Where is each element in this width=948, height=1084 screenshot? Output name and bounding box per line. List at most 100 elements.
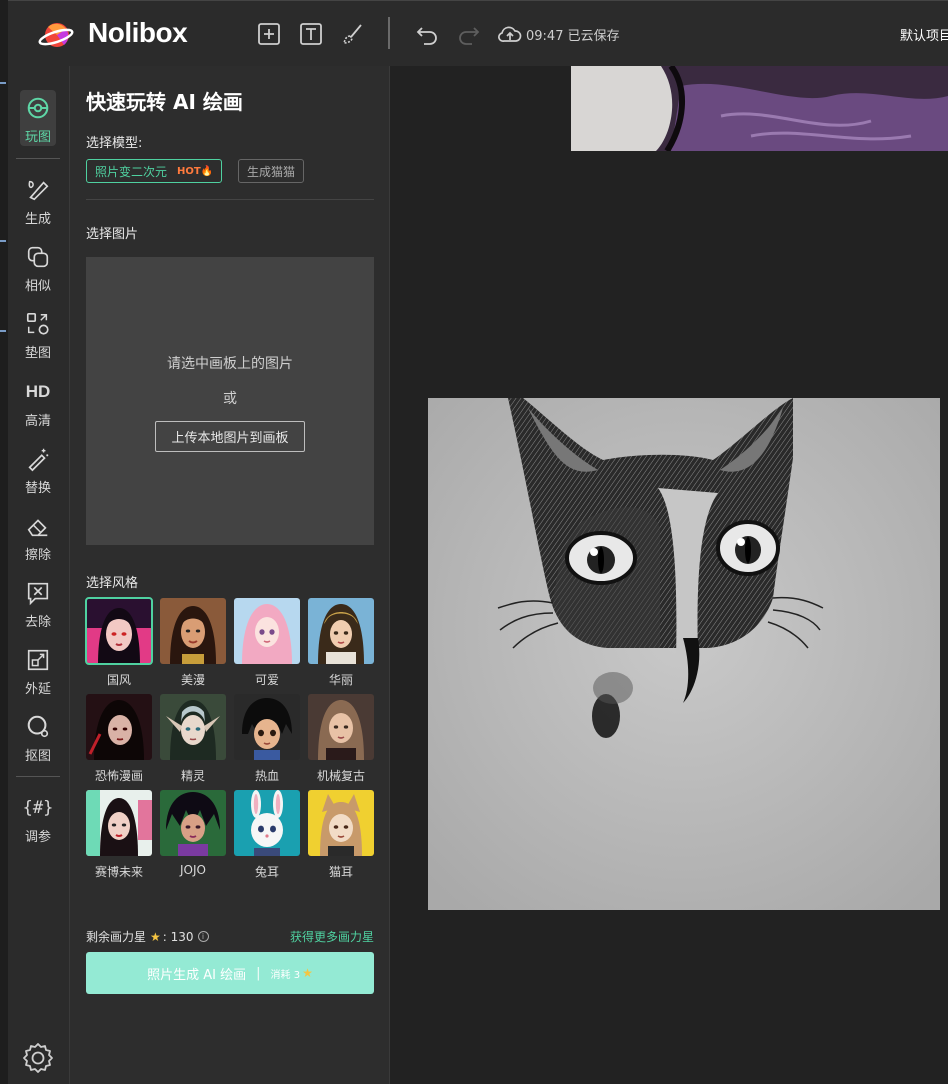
nolibox-logo-icon — [38, 17, 74, 51]
style-thumbnail — [308, 694, 374, 760]
style-option-elf[interactable]: 精灵 — [160, 694, 226, 784]
feature-sidebar: 玩图 生成 相似 垫图 HD 高清 替换 擦除 去除 外延 抠图 {#} 调参 — [8, 66, 70, 1084]
style-thumbnail — [160, 598, 226, 664]
lasso-icon — [24, 713, 52, 741]
dropzone-hint: 请选中画板上的图片 — [167, 356, 293, 372]
style-thumbnail — [308, 790, 374, 856]
style-option-cyber-future[interactable]: 赛博未来 — [86, 790, 152, 880]
style-option-jojo[interactable]: JOJO — [160, 790, 226, 877]
drawing-canvas[interactable] — [390, 66, 948, 1084]
cost-label: 消耗 3 — [270, 969, 301, 981]
nav-label: 外延 — [24, 682, 51, 697]
nav-label: 去除 — [24, 615, 51, 630]
text-tool-button[interactable] — [298, 21, 324, 47]
redo-button[interactable] — [456, 21, 482, 47]
brush-icon — [342, 24, 362, 44]
star-icon: ★ — [302, 966, 313, 980]
app-name: Nolibox — [88, 17, 188, 48]
nav-generate[interactable]: 生成 — [16, 170, 60, 232]
style-option-american-comic[interactable]: 美漫 — [160, 598, 226, 688]
nav-replace[interactable]: 替换 — [16, 439, 60, 501]
plus-square-icon — [258, 23, 280, 45]
panel-title: 快速玩转 AI 绘画 — [86, 90, 243, 114]
image-label: 选择图片 — [86, 227, 139, 242]
nav-label: 擦除 — [24, 548, 51, 563]
undo-icon — [416, 27, 437, 45]
eraser-icon — [24, 512, 52, 540]
nav-label: 高清 — [24, 414, 51, 429]
swap-icon — [24, 310, 52, 338]
section-divider — [86, 199, 374, 200]
nav-similar[interactable]: 相似 — [16, 237, 60, 299]
hd-icon: HD — [25, 382, 51, 401]
style-thumbnail — [160, 790, 226, 856]
overlap-squares-icon — [24, 243, 52, 271]
style-thumbnail — [86, 790, 152, 856]
style-option-hot-blood[interactable]: 热血 — [234, 694, 300, 784]
balance-value: 130 — [170, 929, 194, 944]
style-thumbnail — [308, 598, 374, 664]
canvas-image-partial[interactable] — [571, 66, 948, 151]
top-toolbar: Nolibox 09:47 已云保存 默认项目 — [8, 0, 948, 66]
nav-params[interactable]: {#} 调参 — [16, 788, 60, 850]
canvas-image-cat-sketch[interactable] — [428, 398, 940, 910]
style-option-bunny-ears[interactable]: 兔耳 — [234, 790, 300, 880]
nav-hd[interactable]: HD 高清 — [16, 372, 60, 434]
left-edge-strip — [0, 0, 8, 1084]
remove-icon — [24, 579, 52, 607]
nav-remove[interactable]: 去除 — [16, 573, 60, 635]
info-icon[interactable]: i — [197, 931, 209, 942]
nav-pad-image[interactable]: 垫图 — [16, 304, 60, 366]
model-chip-photo-anime[interactable]: 照片变二次元 HOT🔥 — [86, 159, 223, 183]
model-label: 选择模型: — [86, 136, 143, 151]
style-thumbnail — [234, 790, 300, 856]
style-option-horror-comic[interactable]: 恐怖漫画 — [86, 694, 152, 784]
model-chip-cat[interactable]: 生成猫猫 — [238, 159, 305, 183]
gear-icon — [23, 1043, 53, 1073]
nav-label: 生成 — [24, 212, 51, 227]
style-thumbnail — [160, 694, 226, 760]
generate-ai-painting-button[interactable]: 照片生成 AI 绘画 | 消耗 3 ★ — [86, 952, 374, 994]
style-thumbnail — [234, 694, 300, 760]
hot-badge: HOT🔥 — [177, 165, 214, 177]
style-label: 选择风格 — [86, 576, 139, 591]
image-dropzone[interactable]: 请选中画板上的图片 或 上传本地图片到画板 — [86, 257, 374, 545]
nav-erase[interactable]: 擦除 — [16, 506, 60, 568]
text-icon — [300, 23, 322, 45]
nav-label: 玩图 — [24, 130, 51, 145]
save-status: 09:47 已云保存 — [526, 29, 620, 44]
settings-button[interactable] — [21, 1041, 55, 1075]
style-option-guofeng[interactable]: 国风 — [85, 597, 153, 688]
upload-local-image-button[interactable]: 上传本地图片到画板 — [155, 421, 305, 452]
dropzone-or: 或 — [223, 391, 237, 407]
nav-label: 抠图 — [24, 749, 51, 764]
nav-label: 垫图 — [24, 346, 51, 361]
style-thumbnail — [85, 597, 153, 665]
project-name[interactable]: 默认项目 — [900, 25, 948, 44]
add-frame-button[interactable] — [256, 21, 282, 47]
palette-icon — [24, 94, 52, 122]
toolbar-divider — [388, 17, 390, 49]
style-option-gorgeous[interactable]: 华丽 — [308, 598, 374, 688]
nav-cutout[interactable]: 抠图 — [16, 707, 60, 769]
brush-tool-button[interactable] — [340, 21, 366, 47]
nav-play[interactable]: 玩图 — [16, 88, 60, 150]
style-option-cat-ears[interactable]: 猫耳 — [308, 790, 374, 880]
style-option-cute[interactable]: 可爱 — [234, 598, 300, 688]
nav-label: 调参 — [24, 830, 51, 845]
nav-outpaint[interactable]: 外延 — [16, 640, 60, 702]
get-more-stars-link[interactable]: 获得更多画力星 — [290, 928, 374, 945]
style-option-mecha-retro[interactable]: 机械复古 — [308, 694, 374, 784]
cloud-upload-icon — [497, 21, 523, 47]
star-balance: 剩余画力星 ★ : 130 i — [86, 928, 209, 945]
style-thumbnail — [234, 598, 300, 664]
redo-icon — [459, 27, 480, 45]
style-thumbnail — [86, 694, 152, 760]
quick-play-panel: 快速玩转 AI 绘画 选择模型: 照片变二次元 HOT🔥 生成猫猫 选择图片 请… — [70, 66, 390, 1084]
undo-button[interactable] — [414, 21, 440, 47]
star-icon: ★ — [150, 929, 161, 944]
nav-label: 相似 — [24, 279, 51, 294]
magic-wand-icon — [24, 445, 52, 473]
nav-label: 替换 — [24, 481, 51, 496]
hash-icon: {#} — [22, 798, 54, 818]
